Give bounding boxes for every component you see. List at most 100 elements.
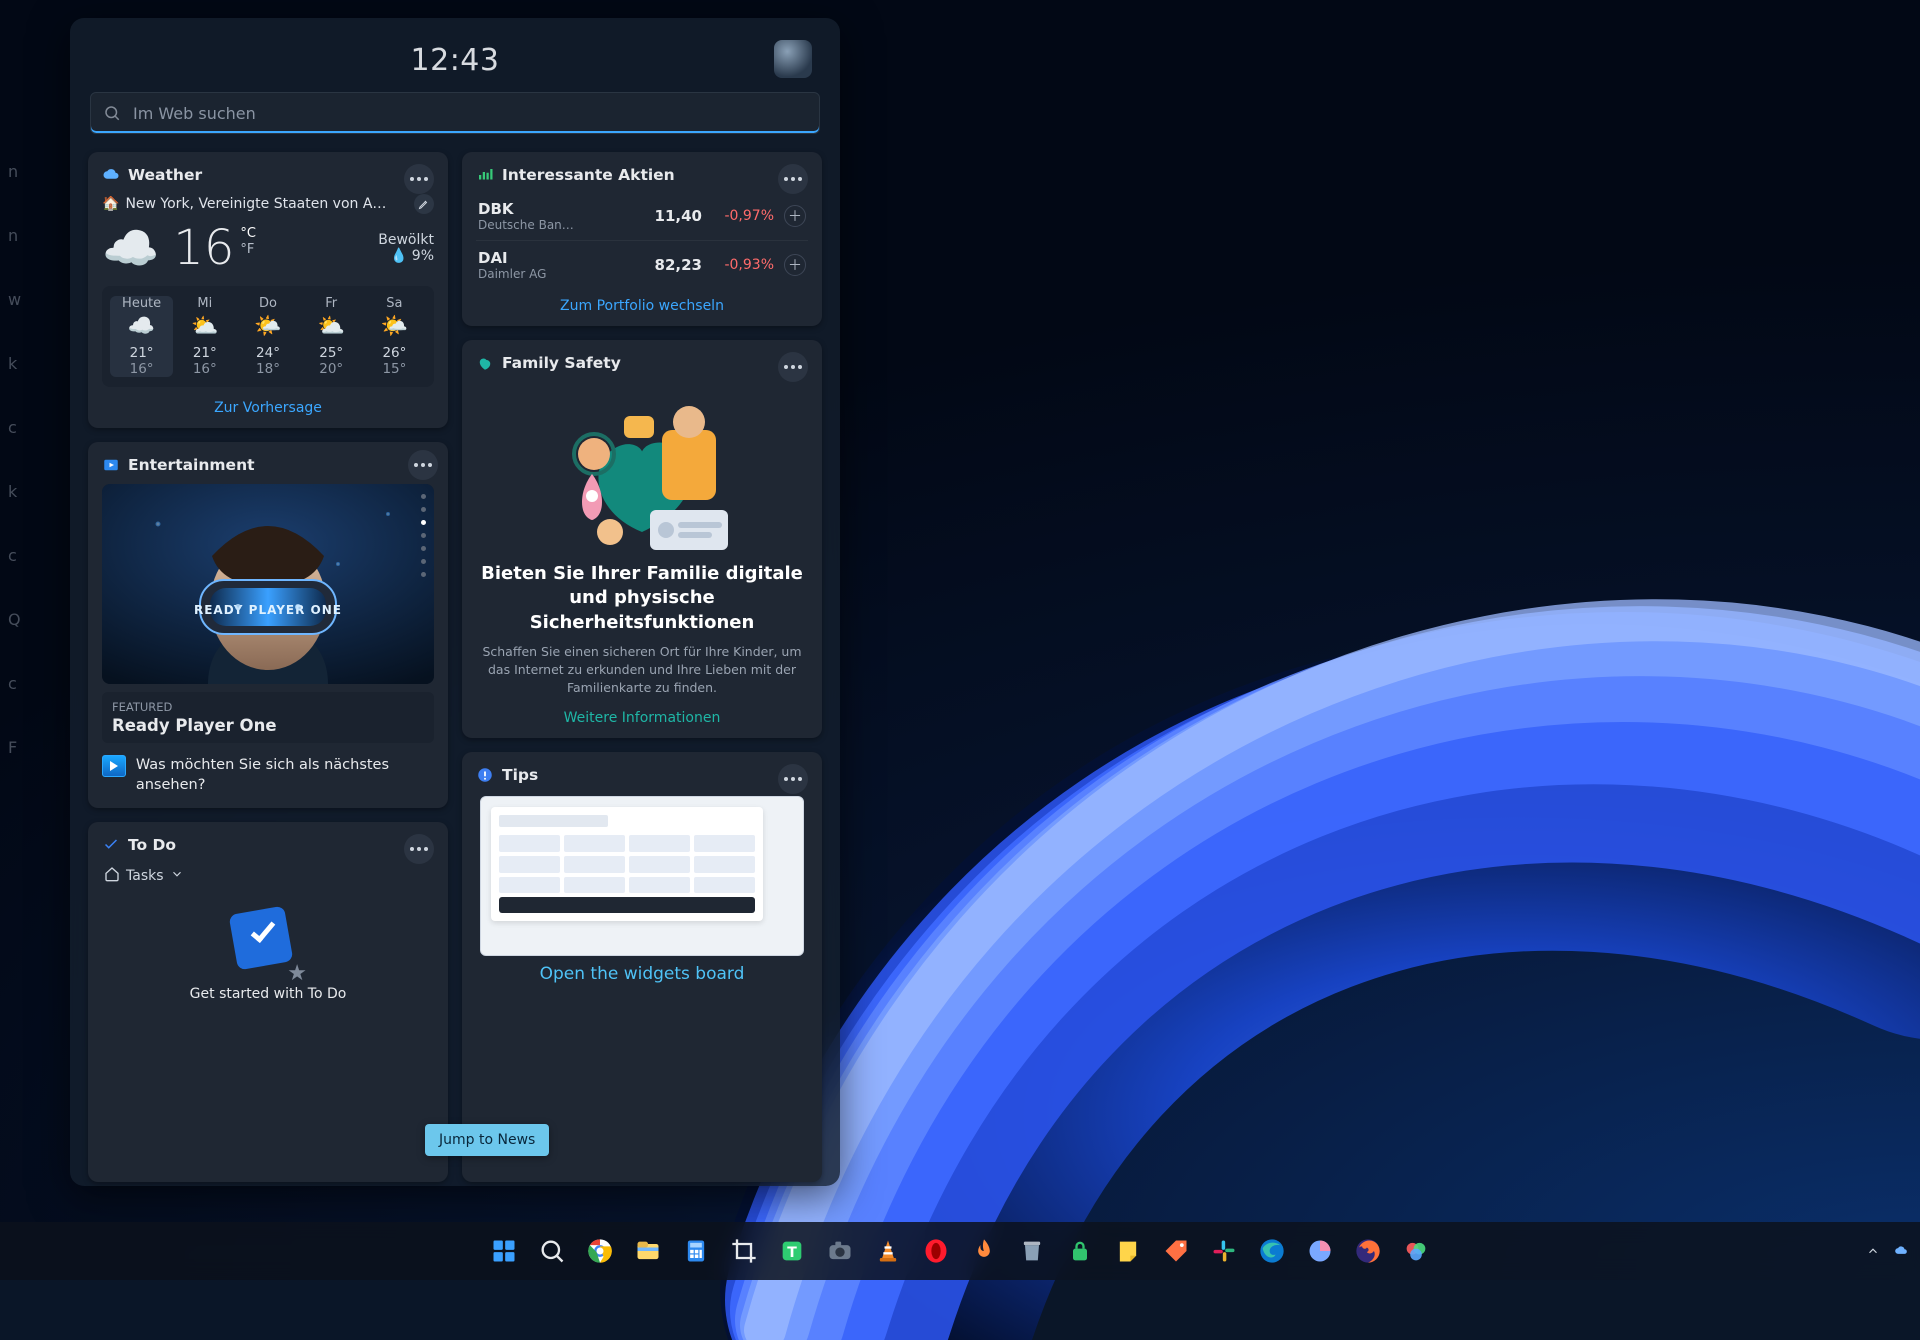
weather-card: Weather 🏠 New York, Vereinigte Staaten v… (88, 152, 448, 428)
taskbar-pie[interactable] (1301, 1232, 1339, 1270)
play-icon (102, 755, 126, 777)
svg-text:READY PLAYER ONE: READY PLAYER ONE (194, 603, 342, 617)
taskbar-flame[interactable] (965, 1232, 1003, 1270)
taskbar-tag[interactable] (1157, 1232, 1195, 1270)
family-more-button[interactable] (778, 352, 808, 382)
taskbar-explorer[interactable] (629, 1232, 667, 1270)
taskbar-colors[interactable] (1397, 1232, 1435, 1270)
system-tray[interactable] (1866, 1244, 1908, 1258)
tips-caption[interactable]: Open the widgets board (476, 964, 808, 984)
clock: 12:43 (411, 43, 500, 78)
svg-text:T: T (787, 1245, 797, 1261)
taskbar-vlc[interactable] (869, 1232, 907, 1270)
taskbar-camera[interactable] (821, 1232, 859, 1270)
featured-hero[interactable]: READY PLAYER ONE (102, 484, 434, 684)
current-condition: Bewölkt (378, 232, 434, 248)
family-illustration (476, 372, 808, 562)
forecast-day[interactable]: Mi ⛅ 21° 16° (173, 296, 236, 377)
taskbar-edge[interactable] (1253, 1232, 1291, 1270)
taskbar-firefox[interactable] (1349, 1232, 1387, 1270)
forecast-day[interactable]: Sa 🌤️ 26° 15° (363, 296, 426, 377)
home-outline-icon (104, 866, 120, 886)
entertainment-more-button[interactable] (408, 450, 438, 480)
taskbar-text[interactable]: T (773, 1232, 811, 1270)
forecast-day[interactable]: Fr ⛅ 25° 20° (300, 296, 363, 377)
taskbar-crop[interactable] (725, 1232, 763, 1270)
search-bar[interactable] (90, 92, 820, 134)
weather-location: New York, Vereinigte Staaten von A… (125, 196, 386, 212)
tasks-label: Tasks (126, 868, 164, 884)
forecast-link[interactable]: Zur Vorhersage (214, 400, 322, 416)
widgets-panel: 12:43 Weather 🏠 New York, Verei (70, 18, 840, 1186)
taskbar-slack[interactable] (1205, 1232, 1243, 1270)
todo-cta[interactable]: Get started with To Do (102, 986, 434, 1002)
entertainment-question-row[interactable]: Was möchten Sie sich als nächstes ansehe… (102, 755, 434, 796)
add-stock-button[interactable]: ＋ (784, 254, 806, 276)
weather-title: Weather (128, 166, 202, 184)
todo-card: To Do Tasks ★ Get started with To Do (88, 822, 448, 1182)
taskbar-trash[interactable] (1013, 1232, 1051, 1270)
unit-toggle[interactable]: °C °F (240, 226, 256, 257)
weather-icon (102, 166, 120, 184)
add-stock-button[interactable]: ＋ (784, 205, 806, 227)
stocks-more-button[interactable] (778, 164, 808, 194)
family-body: Schaffen Sie einen sicheren Ort für Ihre… (482, 643, 802, 697)
search-icon (103, 104, 121, 122)
todo-more-button[interactable] (404, 834, 434, 864)
tips-more-button[interactable] (778, 764, 808, 794)
taskbar: T (0, 1222, 1920, 1280)
current-temp: 16 (173, 220, 234, 276)
entertainment-question: Was möchten Sie sich als nächstes ansehe… (136, 755, 434, 796)
stock-row[interactable]: DBKDeutsche Ban… 11,40 -0,97% ＋ (476, 192, 808, 240)
todo-illustration: ★ (233, 910, 303, 980)
chevron-down-icon (170, 867, 184, 885)
tips-title: Tips (502, 766, 538, 784)
family-headline: Bieten Sie Ihrer Familie digitale und ph… (476, 562, 808, 635)
tips-thumbnail[interactable] (480, 796, 804, 956)
hero-pager[interactable] (421, 494, 426, 577)
entertainment-card: Entertainment (88, 442, 448, 808)
search-input[interactable] (131, 103, 807, 124)
forecast-day[interactable]: Heute ☁️ 21° 16° (110, 296, 173, 377)
edit-location-button[interactable] (414, 194, 434, 214)
taskbar-lock[interactable] (1061, 1232, 1099, 1270)
panel-header: 12:43 (88, 36, 822, 84)
stocks-title: Interessante Aktien (502, 166, 675, 184)
entertainment-icon (102, 456, 120, 474)
onedrive-icon[interactable] (1894, 1244, 1908, 1258)
home-icon: 🏠 (102, 196, 119, 212)
taskbar-sticky[interactable] (1109, 1232, 1147, 1270)
stocks-icon (476, 166, 494, 184)
featured-meta[interactable]: FEATURED Ready Player One (102, 692, 434, 743)
jump-to-news-tooltip[interactable]: Jump to News (425, 1124, 549, 1156)
unit-f[interactable]: °F (240, 242, 256, 258)
todo-icon (102, 836, 120, 854)
taskbar-search[interactable] (533, 1232, 571, 1270)
taskbar-chrome[interactable] (581, 1232, 619, 1270)
current-weather-icon: ☁️ (102, 225, 159, 271)
featured-label: FEATURED (112, 700, 424, 714)
weather-location-row: 🏠 New York, Vereinigte Staaten von A… (102, 194, 434, 214)
humidity: 💧9% (378, 248, 434, 264)
tray-overflow-icon[interactable] (1866, 1244, 1880, 1258)
unit-c[interactable]: °C (240, 226, 256, 242)
taskbar-calculator[interactable] (677, 1232, 715, 1270)
tasks-dropdown[interactable]: Tasks (104, 866, 432, 886)
entertainment-title: Entertainment (128, 456, 255, 474)
family-title: Family Safety (502, 354, 621, 372)
stocks-card: Interessante Aktien DBKDeutsche Ban… 11,… (462, 152, 822, 326)
featured-title: Ready Player One (112, 716, 424, 735)
stock-row[interactable]: DAIDaimler AG 82,23 -0,93% ＋ (476, 240, 808, 289)
family-link[interactable]: Weitere Informationen (564, 710, 721, 726)
weather-more-button[interactable] (404, 164, 434, 194)
taskbar-start[interactable] (485, 1232, 523, 1270)
tips-icon (476, 766, 494, 784)
user-avatar[interactable] (774, 40, 812, 78)
tips-card: Tips Open the widgets board (462, 752, 822, 1182)
family-icon (476, 354, 494, 372)
family-card: Family Safety (462, 340, 822, 738)
forecast-day[interactable]: Do 🌤️ 24° 18° (236, 296, 299, 377)
portfolio-link[interactable]: Zum Portfolio wechseln (560, 298, 724, 314)
taskbar-opera[interactable] (917, 1232, 955, 1270)
left-edge-hints: nnwkckcQcF (8, 140, 21, 780)
